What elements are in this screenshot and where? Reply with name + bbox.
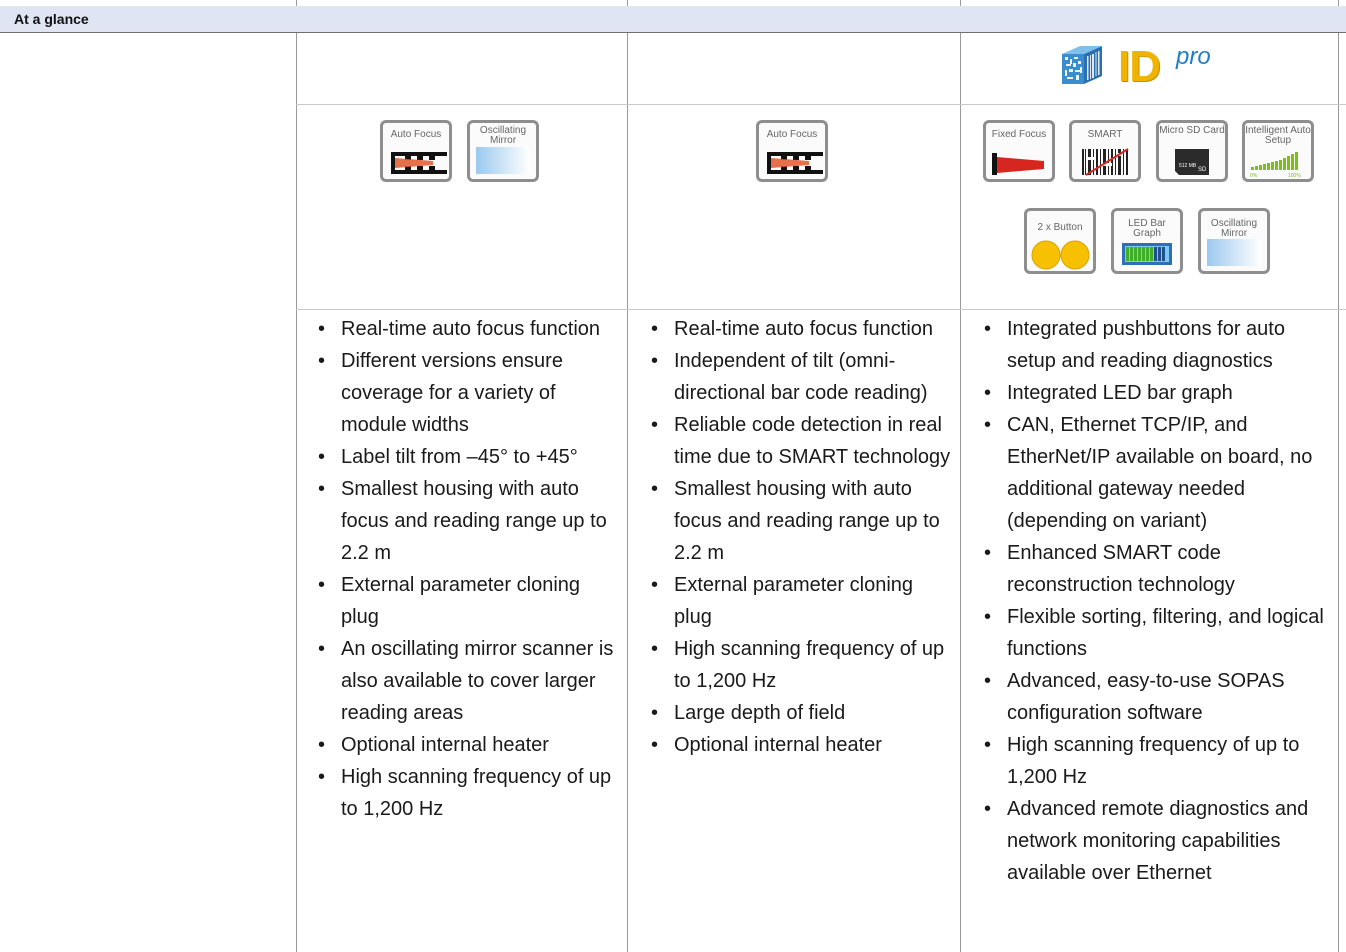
list-item: External parameter cloning plug [643, 569, 951, 633]
list-item: Large depth of field [643, 697, 951, 729]
column-divider [296, 33, 297, 952]
logo-id-text: ID [1118, 42, 1161, 91]
scale-min-text: 0% [1250, 173, 1258, 179]
list-item: Flexible sorting, filtering, and logical… [976, 601, 1326, 665]
section-header: At a glance [0, 6, 1346, 33]
list-item: Optional internal heater [310, 729, 616, 761]
logo-pro-text: pro [1176, 43, 1211, 70]
auto-focus-icon: Auto Focus [380, 120, 452, 182]
list-item: Label tilt from –45° to +45° [310, 441, 616, 473]
intelligent-auto-setup-icon: Intelligent Auto Setup 0% 100% [1242, 120, 1314, 182]
list-item: Real-time auto focus function [643, 313, 951, 345]
features-list-1: Real-time auto focus function Different … [310, 313, 616, 825]
oscillating-mirror-icon: Oscillating Mirror [467, 120, 539, 182]
list-item: Integrated pushbuttons for auto setup an… [976, 313, 1326, 377]
idpro-logo: ID pro [1058, 42, 1248, 92]
row-divider [296, 309, 1346, 310]
list-item: Different versions ensure coverage for a… [310, 345, 616, 441]
led-bar-graph-icon: LED Bar Graph [1111, 208, 1183, 274]
fixed-focus-icon: Fixed Focus [983, 120, 1055, 182]
list-item: Smallest housing with auto focus and rea… [310, 473, 616, 569]
list-item: Smallest housing with auto focus and rea… [643, 473, 951, 569]
list-item: Advanced remote diagnostics and network … [976, 793, 1326, 889]
row-divider [296, 104, 1346, 105]
features-list-2: Real-time auto focus function Independen… [643, 313, 951, 761]
list-item: External parameter cloning plug [310, 569, 616, 633]
scale-max-text: 100% [1288, 173, 1301, 179]
column-divider [1338, 33, 1339, 952]
list-item: High scanning frequency of up to 1,200 H… [643, 633, 951, 697]
micro-sd-card-icon: Micro SD Card 512 MB SD [1156, 120, 1228, 182]
section-title: At a glance [14, 11, 89, 27]
column-divider [627, 33, 628, 952]
list-item: High scanning frequency of up to 1,200 H… [310, 761, 616, 825]
oscillating-mirror-icon: Oscillating Mirror [1198, 208, 1270, 274]
auto-focus-icon: Auto Focus [756, 120, 828, 182]
list-item: Enhanced SMART code reconstruction techn… [976, 537, 1326, 601]
features-list-3: Integrated pushbuttons for auto setup an… [976, 313, 1326, 889]
list-item: An oscillating mirror scanner is also av… [310, 633, 616, 729]
list-item: High scanning frequency of up to 1,200 H… [976, 729, 1326, 793]
list-item: CAN, Ethernet TCP/IP, and EtherNet/IP av… [976, 409, 1326, 537]
sd-capacity-text: 512 MB [1179, 163, 1197, 169]
list-item: Integrated LED bar graph [976, 377, 1326, 409]
smart-icon: SMART [1069, 120, 1141, 182]
column-divider [960, 33, 961, 952]
sd-brand-text: SD [1198, 167, 1207, 173]
two-button-icon: 2 x Button [1024, 208, 1096, 274]
list-item: Reliable code detection in real time due… [643, 409, 951, 473]
list-item: Real-time auto focus function [310, 313, 616, 345]
list-item: Independent of tilt (omni-directional ba… [643, 345, 951, 409]
list-item: Optional internal heater [643, 729, 951, 761]
list-item: Advanced, easy-to-use SOPAS configuratio… [976, 665, 1326, 729]
data-cube-icon [1062, 46, 1102, 84]
